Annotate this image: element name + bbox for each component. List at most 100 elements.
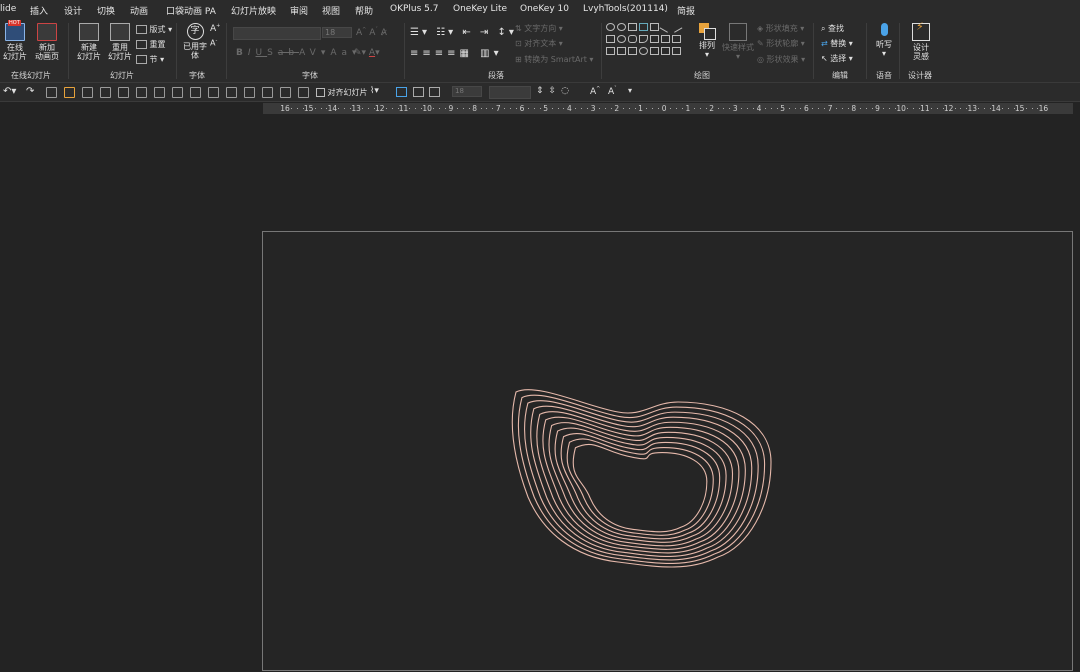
menu-item-13[interactable]: LvyhTools(201114) [583,4,668,14]
alignment-icons[interactable]: ≡≡≡≡▦ ▥▾ [410,48,503,59]
align-right-icon[interactable] [190,87,201,98]
menu-item-5[interactable]: 口袋动画 PA [166,4,216,17]
ruler-tick [575,108,577,109]
online-slides-button[interactable]: HOT 在线 幻灯片 [2,20,28,61]
arrange-button[interactable]: 排列 ▾ [696,23,718,59]
list-indent-icons[interactable]: ☰▾ ☷▾ ⇤ ⇥ ↕▾ [410,27,517,38]
layout-button[interactable]: 版式 ▾ [136,24,172,35]
reset-button[interactable]: 重置 [136,39,166,50]
align-slide-checkbox[interactable]: 对齐幻灯片 [316,87,368,98]
new-animation-page-button[interactable]: 新加 动画页 [32,23,62,61]
select-button[interactable]: ↖ 选择 ▾ [821,53,853,64]
menu-item-1[interactable]: 插入 [30,4,48,17]
format-painter-icon[interactable]: ⌇▾ [370,86,379,96]
align-middle-icon[interactable] [280,87,291,98]
ruler-tick [747,108,749,109]
text-direction-button[interactable]: ⇅ 文字方向 ▾ [515,23,563,34]
drawing-group-label: 绘图 [694,71,710,80]
ruler-tick-label: 9 [875,104,880,113]
ruler-tick [770,108,772,109]
section-button[interactable]: 节 ▾ [136,54,164,65]
grow-font-icon[interactable]: A+ [210,23,220,34]
layers-icon[interactable] [82,87,93,98]
ruler-tick-label: 1 [638,104,643,113]
qat-size-input[interactable]: 18 [452,86,482,97]
new-slide-button[interactable]: 新建 幻灯片 [74,23,104,61]
font-name-input[interactable] [233,27,321,40]
quick-styles-icon [729,23,747,41]
grid-icon[interactable] [46,87,57,98]
ruler-tick [681,108,683,109]
copy-icon[interactable] [100,87,111,98]
dictate-button[interactable]: 听写 ▾ [873,23,895,58]
align-text-button[interactable]: ⊡ 对齐文本 ▾ [515,38,563,49]
slide-canvas[interactable] [262,231,1073,671]
layout-box-icon[interactable] [429,87,440,97]
contour-line[interactable] [536,411,746,554]
distribute-v-icon[interactable] [262,87,273,98]
menu-item-12[interactable]: OneKey 10 [520,4,569,14]
shapes-gallery[interactable] [606,21,692,63]
reuse-slide-button[interactable]: 重用 幻灯片 [106,23,134,61]
used-font-button[interactable]: 字 已用字 体 [182,23,208,60]
align-left-icon[interactable] [172,87,183,98]
align-bottom-icon[interactable] [226,87,237,98]
shrink-text-icon[interactable]: Aˇ [608,86,617,97]
menu-item-8[interactable]: 视图 [322,4,340,17]
ruler-tick [800,108,802,109]
contour-shape-group[interactable] [263,232,1074,672]
menu-item-10[interactable]: OKPlus 5.7 [390,4,438,14]
menu-item-11[interactable]: OneKey Lite [453,4,507,14]
ruler-tick [504,108,506,109]
paste-icon[interactable] [118,87,129,98]
menu-item-6[interactable]: 幻灯片放映 [231,4,276,17]
contour-line[interactable] [523,400,759,561]
cursor-icon: ↖ [821,54,828,63]
align-top-icon[interactable] [208,87,219,98]
ruler-tick-label: 16 [280,104,290,113]
ruler-tick [699,108,701,109]
font-size-adjust-icons[interactable]: A^ Aˇ A̷ [356,27,387,38]
quick-styles-button[interactable]: 快速样式 ▾ [722,23,754,61]
ungroup-icon[interactable] [298,87,309,98]
grow-text-icon[interactable]: A^ [590,86,600,97]
ruler-tick [889,108,891,109]
ruler-tick [1031,108,1033,109]
smartart-button[interactable]: ⊞ 转换为 SmartArt ▾ [515,54,593,65]
contour-line[interactable] [572,443,708,533]
group-icon[interactable] [136,87,147,98]
grid-box-icon[interactable] [413,87,424,97]
replace-button[interactable]: ⇄ 替换 ▾ [821,38,853,49]
menu-item-2[interactable]: 设计 [64,4,82,17]
menu-item-7[interactable]: 审阅 [290,4,308,17]
ruler-tick-label: 4 [756,104,762,113]
ruler-tick [599,108,601,109]
designer-button[interactable]: ⚡ 设计 灵感 [907,21,935,61]
shape-effects-button[interactable]: ◎ 形状效果 ▾ [757,54,805,65]
spacing-icons[interactable]: ⇕⇳◌ [536,86,574,96]
text-format-icons[interactable]: BIUSabAV▾Aa▾ [236,48,362,58]
menu-item-14[interactable]: 简报 [677,4,695,17]
highlight-color-icons[interactable]: ✎▾ A▾ [354,48,380,58]
menu-item-9[interactable]: 帮助 [355,4,373,17]
designer-label-1: 设计 [913,43,929,52]
shapes-icon[interactable] [64,87,75,98]
font-size-input[interactable]: 18 [322,27,352,38]
menu-item-3[interactable]: 切换 [97,4,115,17]
redo-icon[interactable]: ↷ [26,86,34,97]
contour-line[interactable] [542,416,740,550]
fill-box-icon[interactable] [396,87,407,97]
find-button[interactable]: ⌕ 查找 [821,23,844,34]
shrink-font-icon[interactable]: A- [210,38,217,48]
menu-item-4[interactable]: 动画 [130,4,148,17]
qat-value-input[interactable] [489,86,531,99]
undo-icon[interactable]: ↶▾ [3,86,16,97]
customize-toolbar-icon[interactable]: ▾ [628,86,632,95]
align-center-icon[interactable] [154,87,165,98]
menu-item-0[interactable]: lide [0,4,16,14]
distribute-h-icon[interactable] [244,87,255,98]
shape-outline-button[interactable]: ✎ 形状轮廓 ▾ [757,38,805,49]
ruler-tick [883,108,885,109]
ruler-tick [320,108,322,109]
shape-fill-button[interactable]: ◈ 形状填充 ▾ [757,23,804,34]
